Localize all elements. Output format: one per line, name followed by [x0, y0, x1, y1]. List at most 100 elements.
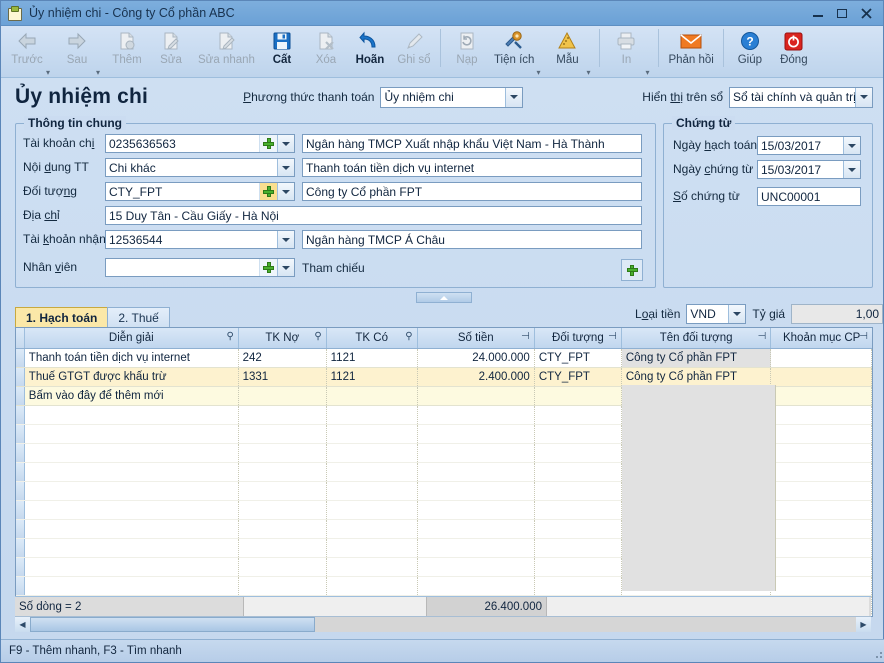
- scroll-left-button[interactable]: ◀: [15, 617, 30, 632]
- grid-empty-row[interactable]: [16, 539, 872, 558]
- grid-empty-cell[interactable]: [418, 558, 535, 576]
- grid-empty-cell[interactable]: [622, 444, 772, 462]
- row-marker[interactable]: [16, 501, 25, 519]
- add-icon[interactable]: [259, 183, 277, 200]
- grid-empty-cell[interactable]: [25, 501, 239, 519]
- grid-empty-cell[interactable]: [418, 539, 535, 557]
- account-pay-combo[interactable]: 0235636563: [105, 134, 295, 153]
- exchange-rate-value[interactable]: 1,00: [791, 304, 884, 324]
- grid-empty-cell[interactable]: [535, 539, 622, 557]
- grid-empty-cell[interactable]: [622, 577, 772, 595]
- grid-empty-cell[interactable]: [418, 520, 535, 538]
- grid-empty-cell[interactable]: [327, 406, 418, 424]
- row-marker[interactable]: [16, 444, 25, 462]
- grid-empty-cell[interactable]: [418, 444, 535, 462]
- grid-empty-cell[interactable]: [327, 425, 418, 443]
- unpin-icon[interactable]: ⊣: [859, 332, 868, 342]
- toolbar-button-dong[interactable]: Đóng: [772, 26, 816, 74]
- add-icon[interactable]: [259, 259, 277, 276]
- toolbar-button-mau[interactable]: Mẫu: [545, 26, 589, 74]
- grid-empty-cell[interactable]: [239, 558, 327, 576]
- row-marker[interactable]: [16, 577, 25, 595]
- pin-icon[interactable]: ⚲: [405, 332, 412, 342]
- receiving-account-combo[interactable]: 12536544: [105, 230, 295, 249]
- receiving-bank-name[interactable]: Ngân hàng TMCP Á Châu: [302, 230, 642, 249]
- grid-empty-cell[interactable]: [418, 501, 535, 519]
- grid-empty-row[interactable]: [16, 501, 872, 520]
- scrollbar-thumb[interactable]: [30, 617, 315, 632]
- grid-empty-cell[interactable]: [327, 577, 418, 595]
- cell-tk-no[interactable]: [239, 387, 327, 405]
- cell-khoan-muc-cp[interactable]: [771, 368, 872, 386]
- grid-empty-row[interactable]: [16, 406, 872, 425]
- add-reference-button[interactable]: [621, 259, 643, 281]
- grid-empty-cell[interactable]: [771, 520, 872, 538]
- chevron-down-icon[interactable]: [843, 137, 860, 154]
- grid-empty-row[interactable]: [16, 425, 872, 444]
- address-input[interactable]: 15 Duy Tân - Cầu Giấy - Hà Nội: [105, 206, 642, 225]
- grid-empty-cell[interactable]: [535, 558, 622, 576]
- grid-empty-cell[interactable]: [25, 406, 239, 424]
- grid-empty-cell[interactable]: [535, 444, 622, 462]
- voucher-number-input[interactable]: UNC00001: [757, 187, 861, 206]
- grid-empty-cell[interactable]: [327, 482, 418, 500]
- grid-empty-cell[interactable]: [239, 501, 327, 519]
- pin-icon[interactable]: ⚲: [226, 332, 233, 342]
- grid-empty-cell[interactable]: [771, 577, 872, 595]
- cell-tk-no[interactable]: 242: [239, 349, 327, 367]
- chevron-down-icon[interactable]: [855, 87, 872, 107]
- grid-empty-cell[interactable]: [418, 463, 535, 481]
- toolbar-button-ghiso[interactable]: Ghi sổ: [392, 26, 436, 74]
- row-marker[interactable]: [16, 349, 25, 367]
- grid-empty-cell[interactable]: [535, 463, 622, 481]
- horizontal-scrollbar[interactable]: ◀ ▶: [15, 616, 871, 632]
- cell-tk-co[interactable]: [327, 387, 418, 405]
- grid-empty-cell[interactable]: [418, 577, 535, 595]
- column-header-ten-doi-tuong[interactable]: Tên đối tượng ⊣: [622, 328, 772, 348]
- unpin-icon[interactable]: ⊣: [608, 332, 617, 342]
- toolbar-button-truoc[interactable]: Trước: [5, 26, 49, 74]
- grid-empty-cell[interactable]: [771, 463, 872, 481]
- table-row[interactable]: Thuế GTGT được khấu trừ 1331 1121 2.400.…: [16, 368, 872, 387]
- row-marker[interactable]: [16, 520, 25, 538]
- grid-empty-cell[interactable]: [239, 520, 327, 538]
- grid-empty-cell[interactable]: [535, 406, 622, 424]
- cell-khoan-muc-cp[interactable]: [771, 387, 872, 405]
- grid-empty-row[interactable]: [16, 444, 872, 463]
- voucher-date-combo[interactable]: 15/03/2017: [757, 160, 861, 179]
- grid-empty-cell[interactable]: [239, 539, 327, 557]
- grid-empty-cell[interactable]: [25, 482, 239, 500]
- grid-empty-cell[interactable]: [771, 501, 872, 519]
- unpin-icon[interactable]: ⊣: [758, 332, 767, 342]
- pin-icon[interactable]: ⚲: [314, 332, 321, 342]
- grid-empty-cell[interactable]: [535, 425, 622, 443]
- grid-empty-cell[interactable]: [535, 501, 622, 519]
- toolbar-button-hoan[interactable]: Hoãn: [348, 26, 392, 74]
- chevron-down-icon[interactable]: [277, 259, 294, 276]
- grid-empty-cell[interactable]: [771, 482, 872, 500]
- grid-empty-cell[interactable]: [327, 501, 418, 519]
- toolbar-button-nap[interactable]: Nạp: [445, 26, 489, 74]
- toolbar-button-sau[interactable]: Sau: [55, 26, 99, 74]
- grid-empty-cell[interactable]: [239, 425, 327, 443]
- grid-empty-cell[interactable]: [25, 425, 239, 443]
- cell-khoan-muc-cp[interactable]: [771, 349, 872, 367]
- grid-empty-cell[interactable]: [535, 482, 622, 500]
- grid-empty-cell[interactable]: [25, 463, 239, 481]
- row-marker[interactable]: [16, 539, 25, 557]
- grid-empty-cell[interactable]: [327, 520, 418, 538]
- toolbar-button-sua[interactable]: Sửa: [149, 26, 193, 74]
- partner-name[interactable]: Công ty Cổ phần FPT: [302, 182, 642, 201]
- payment-content-detail[interactable]: Thanh toán tiền dịch vụ internet: [302, 158, 642, 177]
- grid-empty-cell[interactable]: [239, 577, 327, 595]
- cell-so-tien[interactable]: [418, 387, 535, 405]
- column-header-tk-no[interactable]: TK Nợ ⚲: [239, 328, 327, 348]
- cell-doi-tuong[interactable]: CTY_FPT: [535, 368, 622, 386]
- column-header-so-tien[interactable]: Số tiền ⊣: [418, 328, 535, 348]
- grid-empty-cell[interactable]: [327, 463, 418, 481]
- grid-empty-cell[interactable]: [771, 539, 872, 557]
- cell-ten-doi-tuong[interactable]: Công ty Cổ phần FPT: [622, 368, 772, 386]
- cell-dien-giai[interactable]: Thuế GTGT được khấu trừ: [25, 368, 239, 386]
- grid-empty-cell[interactable]: [771, 406, 872, 424]
- add-icon[interactable]: [259, 135, 277, 152]
